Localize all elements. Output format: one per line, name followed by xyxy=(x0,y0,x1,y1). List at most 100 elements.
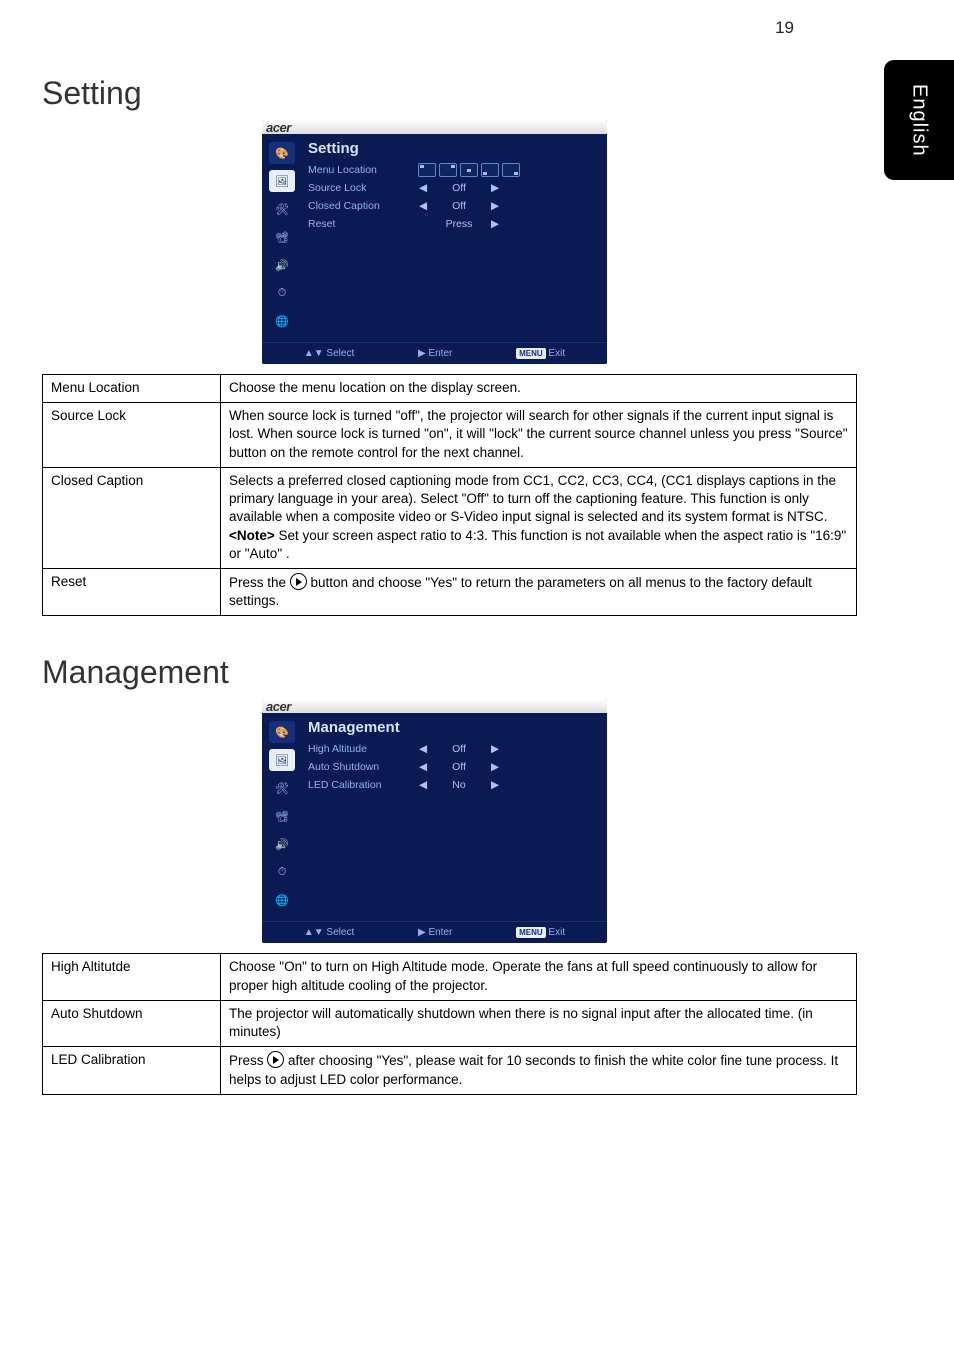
arrow-left-icon: ◀ xyxy=(416,182,430,194)
osd-label: Source Lock xyxy=(308,182,416,194)
audio-icon: 🔊 xyxy=(269,254,295,276)
cell-val: Press after choosing "Yes", please wait … xyxy=(221,1047,857,1094)
osd-row-source-lock: Source Lock ◀ Off ▶ xyxy=(308,179,597,197)
table-row: LED Calibration Press after choosing "Ye… xyxy=(43,1047,857,1094)
management-table: High Altitutde Choose "On" to turn on Hi… xyxy=(42,953,857,1094)
tools-icon: 🛠 xyxy=(269,777,295,799)
cell-val: Selects a preferred closed captioning mo… xyxy=(221,467,857,568)
table-row: Reset Press the button and choose "Yes" … xyxy=(43,568,857,615)
text: Press the xyxy=(229,575,290,590)
cell-key: Source Lock xyxy=(43,403,221,468)
cell-key: Closed Caption xyxy=(43,467,221,568)
table-row: Source Lock When source lock is turned "… xyxy=(43,403,857,468)
osd-select-hint: ▲▼ Select xyxy=(304,927,354,938)
osd-icon-column: 🎨 🖼 🛠 📽 🔊 ⏱ 🌐 xyxy=(262,134,302,342)
osd-bottom-bar: ▲▼ Select ▶ Enter MENU Exit xyxy=(262,921,607,943)
loc-c-icon xyxy=(460,163,478,177)
loc-br-icon xyxy=(502,163,520,177)
arrow-right-icon: ▶ xyxy=(488,182,502,194)
arrow-left-icon: ◀ xyxy=(416,761,430,773)
projector-icon: 📽 xyxy=(269,226,295,248)
osd-row-menu-location: Menu Location xyxy=(308,161,597,179)
audio-icon: 🔊 xyxy=(269,833,295,855)
osd-enter-hint: ▶ Enter xyxy=(418,927,452,938)
osd-row-led-calibration: LED Calibration ◀ No ▶ xyxy=(308,776,597,794)
osd-exit-hint: MENU Exit xyxy=(516,927,565,938)
osd-value: Off xyxy=(430,761,488,773)
osd-top-bar: acer xyxy=(262,699,607,713)
osd-row-closed-caption: Closed Caption ◀ Off ▶ xyxy=(308,197,597,215)
acer-logo: acer xyxy=(266,120,291,135)
timer-icon: ⏱ xyxy=(269,861,295,883)
menu-pill: MENU xyxy=(516,348,546,359)
arrow-right-icon: ▶ xyxy=(488,743,502,755)
menu-pill: MENU xyxy=(516,927,546,938)
osd-title: Setting xyxy=(308,140,597,157)
arrow-right-icon: ▶ xyxy=(488,779,502,791)
section-title-setting: Setting xyxy=(42,75,820,112)
osd-label: LED Calibration xyxy=(308,779,416,791)
arrow-right-circle-icon xyxy=(290,573,307,590)
text: after choosing "Yes", please wait for 10… xyxy=(229,1053,838,1086)
table-row: Closed Caption Selects a preferred close… xyxy=(43,467,857,568)
picture-icon: 🖼 xyxy=(269,749,295,771)
osd-body: 🎨 🖼 🛠 📽 🔊 ⏱ 🌐 Setting Menu Location xyxy=(262,134,607,342)
osd-bottom-bar: ▲▼ Select ▶ Enter MENU Exit xyxy=(262,342,607,364)
osd-label: Reset xyxy=(308,218,416,230)
acer-logo: acer xyxy=(266,699,291,714)
cell-key: High Altitutde xyxy=(43,954,221,1000)
text: Selects a preferred closed captioning mo… xyxy=(229,473,836,524)
cell-val: Choose "On" to turn on High Altitude mod… xyxy=(221,954,857,1000)
osd-value: No xyxy=(430,779,488,791)
exit-text: Exit xyxy=(548,348,565,359)
setting-table: Menu Location Choose the menu location o… xyxy=(42,374,857,616)
arrow-left-icon: ◀ xyxy=(416,743,430,755)
language-icon: 🌐 xyxy=(269,310,295,332)
cell-key: Reset xyxy=(43,568,221,615)
arrow-left-icon: ◀ xyxy=(416,779,430,791)
menu-location-icons xyxy=(416,163,520,177)
arrow-right-icon: ▶ xyxy=(488,200,502,212)
cell-val: Press the button and choose "Yes" to ret… xyxy=(221,568,857,615)
osd-value: Off xyxy=(430,182,488,194)
text: Set your screen aspect ratio to 4:3. Thi… xyxy=(229,528,846,561)
osd-setting-screenshot: acer 🎨 🖼 🛠 📽 🔊 ⏱ 🌐 Setting Menu Location xyxy=(262,120,607,364)
osd-row-high-altitude: High Altitude ◀ Off ▶ xyxy=(308,740,597,758)
osd-label: Auto Shutdown xyxy=(308,761,416,773)
language-tab: English xyxy=(884,60,954,180)
osd-body: 🎨 🖼 🛠 📽 🔊 ⏱ 🌐 Management High Altitude ◀… xyxy=(262,713,607,921)
arrow-left-icon: ◀ xyxy=(416,200,430,212)
osd-management-screenshot: acer 🎨 🖼 🛠 📽 🔊 ⏱ 🌐 Management High Altit… xyxy=(262,699,607,943)
cell-key: LED Calibration xyxy=(43,1047,221,1094)
osd-label: Closed Caption xyxy=(308,200,416,212)
text: When source lock is turned "off", the pr… xyxy=(229,408,848,459)
arrow-right-circle-icon xyxy=(267,1051,284,1068)
osd-row-reset: Reset Press ▶ xyxy=(308,215,597,233)
section-title-management: Management xyxy=(42,654,820,691)
osd-value: Off xyxy=(430,743,488,755)
arrow-right-icon: ▶ xyxy=(488,218,502,230)
language-icon: 🌐 xyxy=(269,889,295,911)
osd-value: Off xyxy=(430,200,488,212)
exit-text: Exit xyxy=(548,927,565,938)
osd-enter-hint: ▶ Enter xyxy=(418,348,452,359)
osd-label: Menu Location xyxy=(308,164,416,176)
osd-top-bar: acer xyxy=(262,120,607,134)
palette-icon: 🎨 xyxy=(269,142,295,164)
palette-icon: 🎨 xyxy=(269,721,295,743)
loc-tl-icon xyxy=(418,163,436,177)
osd-main: Setting Menu Location Source Lock ◀ Off xyxy=(302,134,607,342)
table-row: Menu Location Choose the menu location o… xyxy=(43,375,857,403)
cell-val: Choose the menu location on the display … xyxy=(221,375,857,403)
cell-val: The projector will automatically shutdow… xyxy=(221,1000,857,1046)
note-label: <Note> xyxy=(229,528,275,543)
osd-select-hint: ▲▼ Select xyxy=(304,348,354,359)
tools-icon: 🛠 xyxy=(269,198,295,220)
page-number: 19 xyxy=(775,18,794,38)
osd-exit-hint: MENU Exit xyxy=(516,348,565,359)
osd-main: Management High Altitude ◀ Off ▶ Auto Sh… xyxy=(302,713,607,921)
language-tab-label: English xyxy=(908,84,931,157)
cell-key: Auto Shutdown xyxy=(43,1000,221,1046)
table-row: Auto Shutdown The projector will automat… xyxy=(43,1000,857,1046)
osd-icon-column: 🎨 🖼 🛠 📽 🔊 ⏱ 🌐 xyxy=(262,713,302,921)
